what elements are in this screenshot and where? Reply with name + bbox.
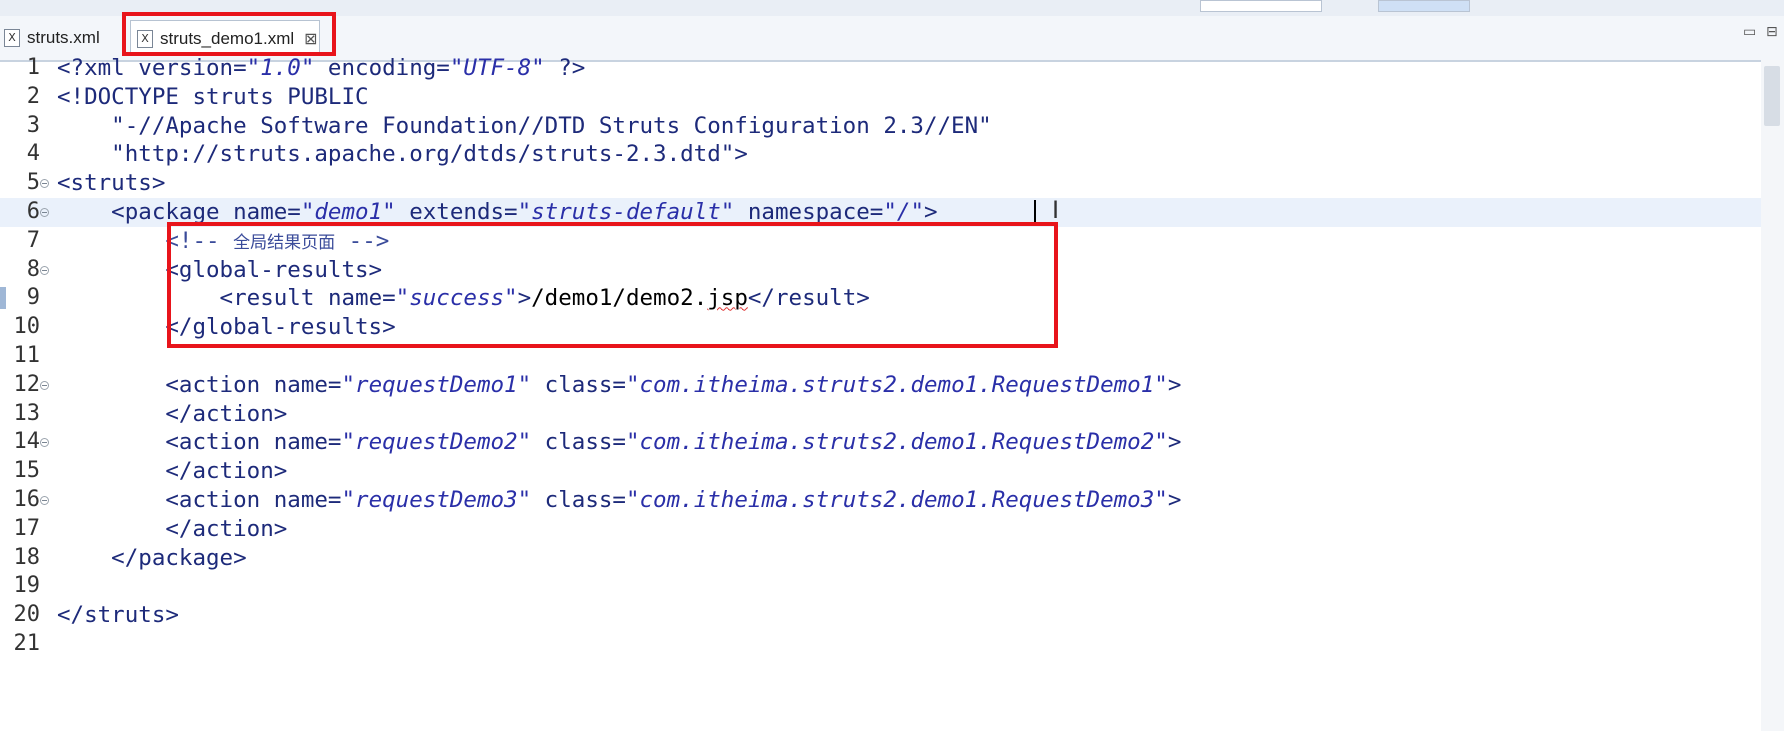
perspective-button[interactable] [1378,0,1470,12]
fold-toggle-icon[interactable] [40,208,49,217]
vertical-scrollbar[interactable] [1761,60,1784,731]
code-text: <action name="requestDemo1" class="com.i… [57,371,1182,398]
line-number: 19 [13,573,41,599]
code-line-19: 19 [0,572,1784,601]
ibeam-cursor-icon: I [1052,196,1060,224]
line-number: 12 [13,371,41,397]
code-text: <action name="requestDemo3" class="com.i… [57,487,1182,513]
code-line-12: 12 <action name="requestDemo1" class="co… [0,371,1784,400]
line-number: 20 [13,602,41,628]
line-number: 21 [13,631,41,656]
scrollbar-thumb[interactable] [1764,66,1780,126]
code-line-2: 2 <!DOCTYPE struts PUBLIC [0,83,1784,112]
minimize-icon[interactable]: ▭ [1743,24,1756,40]
line-number: 2 [26,83,40,109]
global-results-highlight-box [167,222,1058,348]
fold-toggle-icon[interactable] [40,438,49,448]
fold-toggle-icon[interactable] [40,496,49,505]
fold-toggle-icon[interactable] [40,265,49,275]
code-text: "http://struts.apache.org/dtds/struts-2.… [57,141,748,168]
code-text: <struts> [57,170,166,197]
code-line-21: 21 [0,630,1784,659]
code-text: <?xml version="1.0" encoding="UTF-8" ?> [57,55,586,81]
line-number: 14 [13,429,41,455]
code-text: "-//Apache Software Foundation//DTD Stru… [57,112,992,139]
code-line-15: 15 </action> [0,457,1784,486]
code-text: <!DOCTYPE struts PUBLIC [57,83,369,110]
line-number: 7 [26,227,40,253]
code-text: </package> [57,544,247,571]
code-text: </action> [57,400,288,427]
code-line-1: 1 <?xml version="1.0" encoding="UTF-8" ?… [0,54,1784,83]
line-number: 17 [13,515,41,541]
code-line-16: 16 <action name="requestDemo3" class="co… [0,486,1784,515]
line-number: 15 [13,458,41,484]
code-line-20: 20 </struts> [0,601,1784,630]
code-text: </action> [57,458,288,485]
line-number: 13 [13,400,41,426]
line-number: 6 [26,199,40,224]
code-line-5: 5 <struts> [0,169,1784,198]
toolbar-widget[interactable] [1200,0,1322,12]
line-number: 3 [26,112,40,138]
line-number: 8 [26,256,40,282]
tab-struts-xml[interactable]: X struts.xml [4,20,100,56]
code-line-18: 18 </package> [0,544,1784,573]
code-line-17: 17 </action> [0,515,1784,544]
line-number: 1 [26,55,40,80]
line-number: 10 [13,314,41,340]
code-line-14: 14 <action name="requestDemo2" class="co… [0,428,1784,457]
line-number: 11 [13,343,41,368]
line-number: 4 [26,141,40,167]
xml-file-icon: X [4,29,20,47]
maximize-icon[interactable]: ⊟ [1766,24,1778,40]
line-number: 16 [13,487,41,512]
code-line-13: 13 </action> [0,400,1784,429]
code-line-4: 4 "http://struts.apache.org/dtds/struts-… [0,140,1784,169]
xml-editor[interactable]: 1 <?xml version="1.0" encoding="UTF-8" ?… [0,52,1784,731]
fold-toggle-icon[interactable] [40,179,49,189]
code-text: <action name="requestDemo2" class="com.i… [57,429,1182,456]
tab-highlight-box [122,12,336,56]
code-line-3: 3 "-//Apache Software Foundation//DTD St… [0,112,1784,141]
line-number: 5 [26,170,40,196]
line-number: 18 [13,544,41,570]
tab-label: struts.xml [27,28,100,47]
line-number: 9 [26,285,40,311]
code-text: </struts> [57,602,179,629]
fold-toggle-icon[interactable] [40,380,49,390]
code-text: </action> [57,515,288,542]
